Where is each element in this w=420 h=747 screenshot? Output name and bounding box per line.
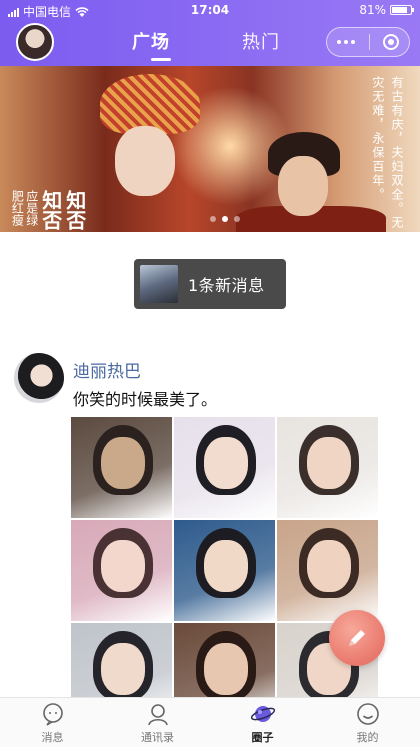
photo-face bbox=[307, 540, 351, 592]
capsule-divider bbox=[368, 34, 370, 50]
tabbar-label-contacts: 通讯录 bbox=[141, 731, 174, 744]
close-miniprogram-icon[interactable] bbox=[383, 34, 399, 50]
banner-dot[interactable] bbox=[222, 216, 228, 222]
post-image[interactable] bbox=[71, 417, 172, 518]
chat-bubble-icon bbox=[42, 703, 63, 726]
contacts-icon bbox=[147, 704, 168, 726]
more-icon[interactable] bbox=[337, 40, 355, 44]
user-avatar[interactable] bbox=[16, 23, 54, 61]
banner-title: 知否知否 应是绿肥红瘦 bbox=[10, 190, 87, 232]
status-time: 17:04 bbox=[190, 3, 230, 17]
photo-face bbox=[204, 437, 248, 489]
nav-tabs: 广场 热门 bbox=[120, 24, 320, 62]
miniprogram-capsule bbox=[326, 27, 410, 57]
post-image[interactable] bbox=[277, 417, 378, 518]
post-image[interactable] bbox=[174, 623, 275, 701]
smile-icon bbox=[356, 703, 379, 725]
post-image-grid bbox=[71, 417, 379, 701]
post-text: 你笑的时候最美了。 bbox=[73, 390, 218, 409]
photo-face bbox=[101, 643, 145, 695]
tab-hot[interactable]: 热门 bbox=[242, 28, 280, 54]
banner-dot[interactable] bbox=[210, 216, 216, 222]
tabbar-item-contacts[interactable]: 通讯录 bbox=[105, 698, 210, 747]
tab-square[interactable]: 广场 bbox=[132, 28, 170, 54]
tabbar-item-circle[interactable]: 圈子 bbox=[210, 698, 315, 747]
tabbar-item-me[interactable]: 我的 bbox=[315, 698, 420, 747]
post-image[interactable] bbox=[277, 520, 378, 621]
pencil-icon bbox=[349, 630, 365, 646]
bottom-tab-bar: 消息 通讯录 圈子 我的 bbox=[0, 697, 420, 747]
planet-icon bbox=[250, 706, 275, 722]
post-image[interactable] bbox=[174, 520, 275, 621]
new-message-button[interactable]: 1条新消息 bbox=[134, 259, 286, 309]
photo-face bbox=[101, 540, 145, 592]
photo-face bbox=[204, 643, 248, 695]
tabbar-label-me: 我的 bbox=[356, 731, 379, 744]
photo-face bbox=[204, 540, 248, 592]
banner-title-sub: 应是绿肥红瘦 bbox=[10, 190, 39, 226]
status-right: 81% bbox=[359, 3, 414, 17]
banner-dot[interactable] bbox=[234, 216, 240, 222]
new-message-label: 1条新消息 bbox=[188, 276, 265, 295]
top-header: 中国电信 17:04 81% 广场 热门 bbox=[0, 0, 420, 66]
banner-figure-right bbox=[278, 156, 328, 216]
new-message-thumbnail bbox=[140, 265, 178, 303]
tabbar-label-messages: 消息 bbox=[41, 731, 64, 744]
banner-headdress bbox=[100, 74, 200, 134]
banner-poem: 有古有庆，夫妇双全。无灾无难，永保百年。 bbox=[370, 76, 404, 230]
tabbar-item-messages[interactable]: 消息 bbox=[0, 698, 105, 747]
photo-face bbox=[101, 437, 145, 489]
battery-percent: 81% bbox=[359, 3, 386, 17]
banner-figure-left bbox=[115, 126, 175, 196]
photo-face bbox=[307, 437, 351, 489]
tabbar-label-circle: 圈子 bbox=[251, 731, 274, 744]
post-author-name[interactable]: 迪丽热巴 bbox=[73, 357, 141, 382]
active-tab-indicator bbox=[151, 58, 171, 61]
post-author-avatar[interactable] bbox=[14, 353, 64, 403]
compose-button[interactable] bbox=[329, 610, 385, 666]
post-image[interactable] bbox=[174, 417, 275, 518]
banner-carousel[interactable]: 知否知否 应是绿肥红瘦 有古有庆，夫妇双全。无灾无难，永保百年。 bbox=[0, 66, 420, 232]
banner-title-main: 知否知否 bbox=[38, 190, 87, 230]
post-image[interactable] bbox=[71, 623, 172, 701]
battery-icon bbox=[390, 5, 414, 15]
post-image[interactable] bbox=[71, 520, 172, 621]
status-bar: 中国电信 17:04 81% bbox=[0, 0, 420, 22]
banner-pagination bbox=[210, 216, 240, 222]
